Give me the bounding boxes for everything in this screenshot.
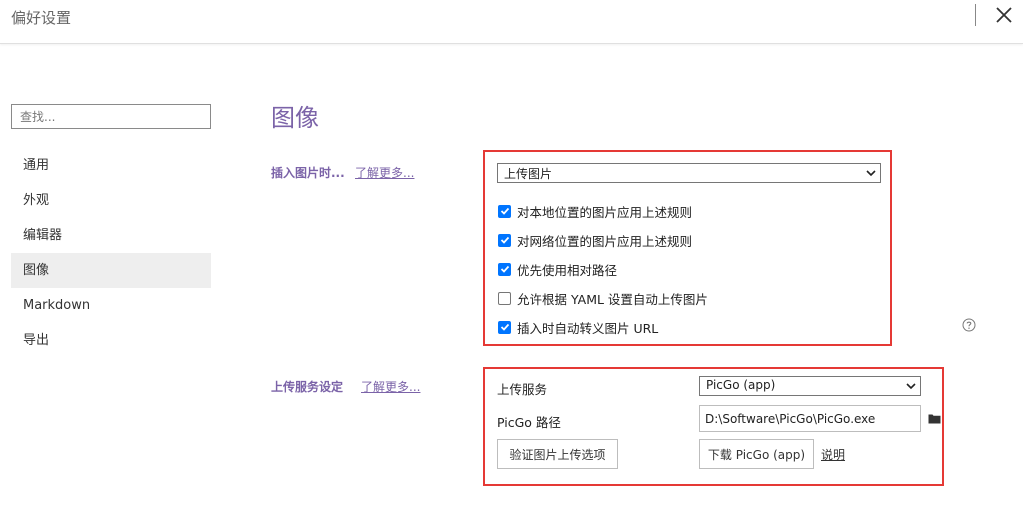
sidebar-item-editor[interactable]: 编辑器 [11,218,211,253]
title-bar: 偏好设置 [0,0,1023,44]
search-input[interactable] [11,104,211,129]
folder-icon[interactable] [928,413,941,424]
checkbox-row-network: 对网络位置的图片应用上述规则 [498,231,692,249]
window-title: 偏好设置 [11,9,72,27]
close-icon [996,7,1012,23]
insert-learn-more-link[interactable]: 了解更多... [355,164,414,181]
insert-action-select[interactable]: 上传图片 [497,163,881,183]
sidebar-nav: 通用 外观 编辑器 图像 Markdown 导出 [11,148,211,358]
sidebar-item-general[interactable]: 通用 [11,148,211,183]
check-icon [500,265,509,273]
check-icon [500,207,509,215]
page-title: 图像 [271,104,319,132]
checkbox-relative-path-label: 优先使用相对路径 [517,262,618,278]
checkbox-local-label: 对本地位置的图片应用上述规则 [517,204,693,220]
sidebar-item-image[interactable]: 图像 [11,253,211,288]
sidebar-item-markdown[interactable]: Markdown [11,288,211,323]
verify-upload-button[interactable]: 验证图片上传选项 [497,439,618,469]
checkbox-network[interactable] [498,233,511,247]
checkbox-yaml-upload-label: 允许根据 YAML 设置自动上传图片 [517,291,708,307]
picgo-path-label: PicGo 路径 [497,415,561,430]
explain-link[interactable]: 说明 [821,446,845,463]
download-picgo-button[interactable]: 下载 PicGo (app) [699,439,814,469]
picgo-path-input[interactable] [699,405,921,432]
insert-section-label: 插入图片时... [271,166,345,180]
insert-action-value: 上传图片 [504,167,553,181]
checkbox-local[interactable] [498,204,511,218]
upload-service-label: 上传服务 [497,382,548,397]
chevron-down-icon [906,383,916,390]
checkbox-yaml-upload[interactable] [498,291,511,305]
upload-service-value: PicGo (app) [706,378,776,392]
checkbox-row-local: 对本地位置的图片应用上述规则 [498,202,692,220]
title-separator [975,4,976,26]
checkbox-network-label: 对网络位置的图片应用上述规则 [517,233,693,249]
checkbox-escape-url[interactable] [498,320,511,334]
close-button[interactable] [992,3,1016,27]
check-icon [500,236,509,244]
chevron-down-icon [866,170,876,177]
upload-section-label: 上传服务设定 [271,380,344,394]
checkbox-escape-url-label: 插入时自动转义图片 URL [517,320,659,336]
checkbox-row-relative: 优先使用相对路径 [498,260,617,278]
upload-learn-more-link[interactable]: 了解更多... [361,378,420,395]
sidebar-item-export[interactable]: 导出 [11,323,211,358]
checkbox-relative-path[interactable] [498,262,511,276]
upload-service-select[interactable]: PicGo (app) [699,376,921,396]
check-icon [500,323,509,331]
sidebar-item-appearance[interactable]: 外观 [11,183,211,218]
checkbox-row-escape: 插入时自动转义图片 URL [498,318,658,336]
help-icon[interactable] [962,318,976,332]
checkbox-row-yaml: 允许根据 YAML 设置自动上传图片 [498,289,708,307]
